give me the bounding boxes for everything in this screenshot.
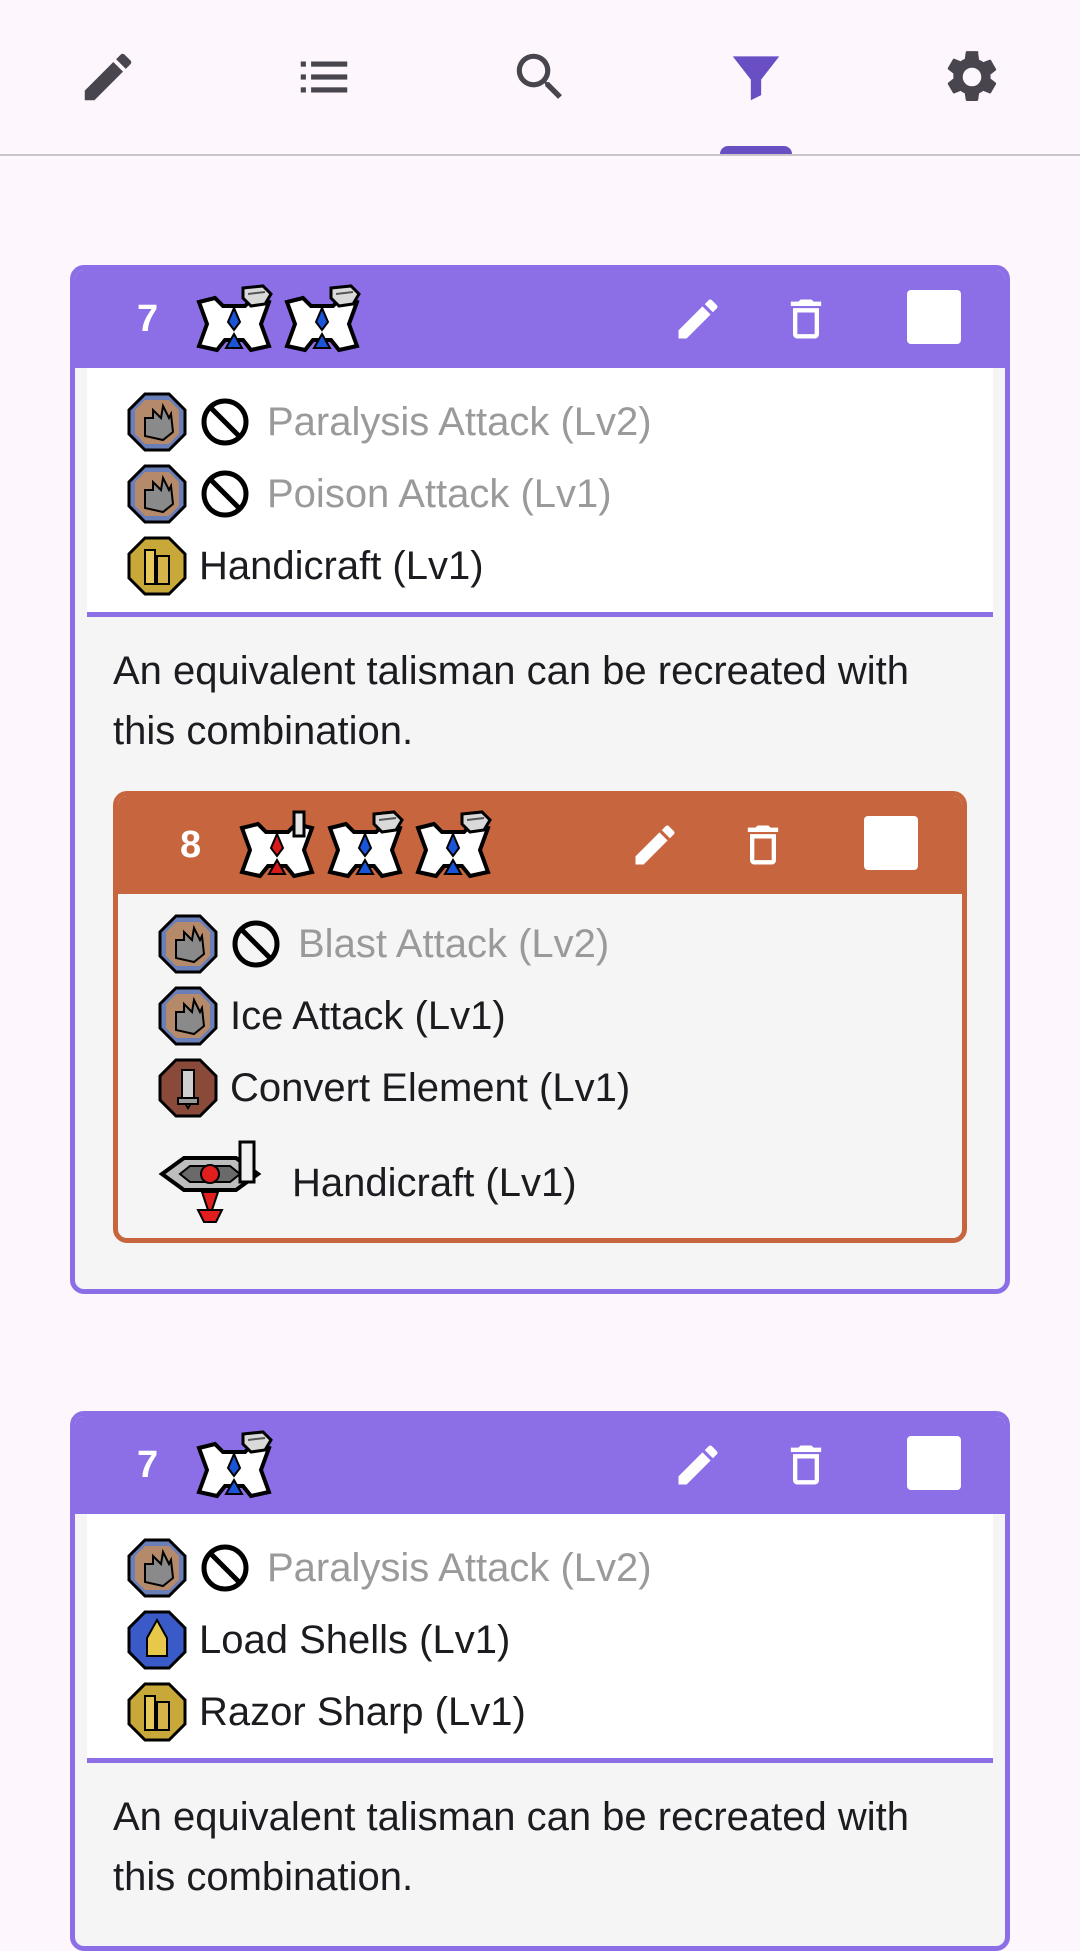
load-shells-skill-icon xyxy=(127,1610,187,1670)
delete-button[interactable] xyxy=(732,814,794,876)
trash-icon xyxy=(780,293,832,345)
skill-label: Convert Element (Lv1) xyxy=(230,1065,631,1110)
tab-search[interactable] xyxy=(432,0,648,154)
trash-icon xyxy=(780,1439,832,1491)
decoration-label: Handicraft (Lv1) xyxy=(292,1160,577,1205)
pencil-icon xyxy=(629,819,681,871)
skill-row: Paralysis Attack (Lv2) xyxy=(87,1532,993,1604)
razor-sharp-skill-icon xyxy=(127,1682,187,1742)
slot-icon xyxy=(193,1430,275,1505)
attack-skill-icon xyxy=(127,1538,187,1598)
decoration-row: Handicraft (Lv1) xyxy=(118,1128,962,1238)
excluded-icon xyxy=(199,396,251,448)
skill-row: Handicraft (Lv1) xyxy=(87,530,993,602)
decoration-slots xyxy=(236,810,494,885)
decoration-slots xyxy=(193,284,363,359)
select-checkbox[interactable] xyxy=(907,1436,961,1490)
active-tab-indicator xyxy=(720,146,792,154)
skill-row: Blast Attack (Lv2) xyxy=(118,908,962,980)
skill-label: Handicraft (Lv1) xyxy=(199,543,484,588)
skill-label: Paralysis Attack (Lv2) xyxy=(267,399,652,444)
excluded-icon xyxy=(199,468,251,520)
select-checkbox[interactable] xyxy=(864,816,918,870)
tab-filter[interactable] xyxy=(648,0,864,154)
trash-icon xyxy=(737,819,789,871)
card-header: 7 xyxy=(75,1416,1005,1514)
list-icon xyxy=(300,61,348,93)
rarity-number: 7 xyxy=(137,1444,159,1486)
skill-list: Blast Attack (Lv2) Ice Attack (Lv1) Conv… xyxy=(118,894,962,1128)
skill-row: Paralysis Attack (Lv2) xyxy=(87,386,993,458)
skill-row: Poison Attack (Lv1) xyxy=(87,458,993,530)
skill-row: Convert Element (Lv1) xyxy=(118,1052,962,1124)
slot-icon xyxy=(324,810,406,885)
slot-icon xyxy=(236,810,318,885)
attack-skill-icon xyxy=(127,464,187,524)
pencil-icon xyxy=(672,293,724,345)
decoration-jewel-icon xyxy=(154,1140,266,1226)
skill-label: Razor Sharp (Lv1) xyxy=(199,1689,526,1734)
search-icon xyxy=(516,53,562,99)
recreate-note: An equivalent talisman can be recreated … xyxy=(113,649,910,753)
skill-row: Ice Attack (Lv1) xyxy=(118,980,962,1052)
handicraft-skill-icon xyxy=(127,536,187,596)
decoration-slots xyxy=(193,1430,275,1505)
skill-row: Razor Sharp (Lv1) xyxy=(87,1676,993,1748)
edit-button[interactable] xyxy=(624,814,686,876)
edit-button[interactable] xyxy=(667,1434,729,1496)
tab-edit[interactable] xyxy=(0,0,216,154)
gear-icon xyxy=(947,51,997,101)
talisman-card: 7 Paralysis Attack (Lv2) Load Shells (Lv… xyxy=(70,1411,1010,1951)
attack-skill-icon xyxy=(158,986,218,1046)
rarity-number: 8 xyxy=(180,824,202,866)
skill-label: Paralysis Attack (Lv2) xyxy=(267,1545,652,1590)
slot-icon xyxy=(193,284,275,359)
excluded-icon xyxy=(230,918,282,970)
excluded-icon xyxy=(199,1542,251,1594)
delete-button[interactable] xyxy=(775,288,837,350)
skill-list: Paralysis Attack (Lv2) Load Shells (Lv1)… xyxy=(87,1514,993,1763)
pencil-icon xyxy=(77,46,139,108)
equivalent-talisman-card: 8 Blast Attack (Lv2) Ice Attack (Lv1) Co… xyxy=(113,791,967,1243)
attack-skill-icon xyxy=(158,914,218,974)
tab-list[interactable] xyxy=(216,0,432,154)
card-header: 7 xyxy=(75,270,1005,368)
slot-icon xyxy=(281,284,363,359)
talisman-card: 7 Paralysis Attack (Lv2) Poison Attack (… xyxy=(70,265,1010,1294)
slot-icon xyxy=(412,810,494,885)
pencil-icon xyxy=(672,1439,724,1491)
skill-label: Load Shells (Lv1) xyxy=(199,1617,511,1662)
skill-list: Paralysis Attack (Lv2) Poison Attack (Lv… xyxy=(87,368,993,617)
select-checkbox[interactable] xyxy=(907,290,961,344)
convert-element-skill-icon xyxy=(158,1058,218,1118)
edit-button[interactable] xyxy=(667,288,729,350)
skill-label: Blast Attack (Lv2) xyxy=(298,921,610,966)
recreate-note: An equivalent talisman can be recreated … xyxy=(113,1795,910,1899)
rarity-number: 7 xyxy=(137,298,159,340)
skill-label: Poison Attack (Lv1) xyxy=(267,471,612,516)
top-navigation xyxy=(0,0,1080,156)
attack-skill-icon xyxy=(127,392,187,452)
skill-row: Load Shells (Lv1) xyxy=(87,1604,993,1676)
card-header: 8 xyxy=(118,796,962,894)
skill-label: Ice Attack (Lv1) xyxy=(230,993,506,1038)
tab-settings[interactable] xyxy=(864,0,1080,154)
delete-button[interactable] xyxy=(775,1434,837,1496)
filter-icon xyxy=(732,56,780,101)
